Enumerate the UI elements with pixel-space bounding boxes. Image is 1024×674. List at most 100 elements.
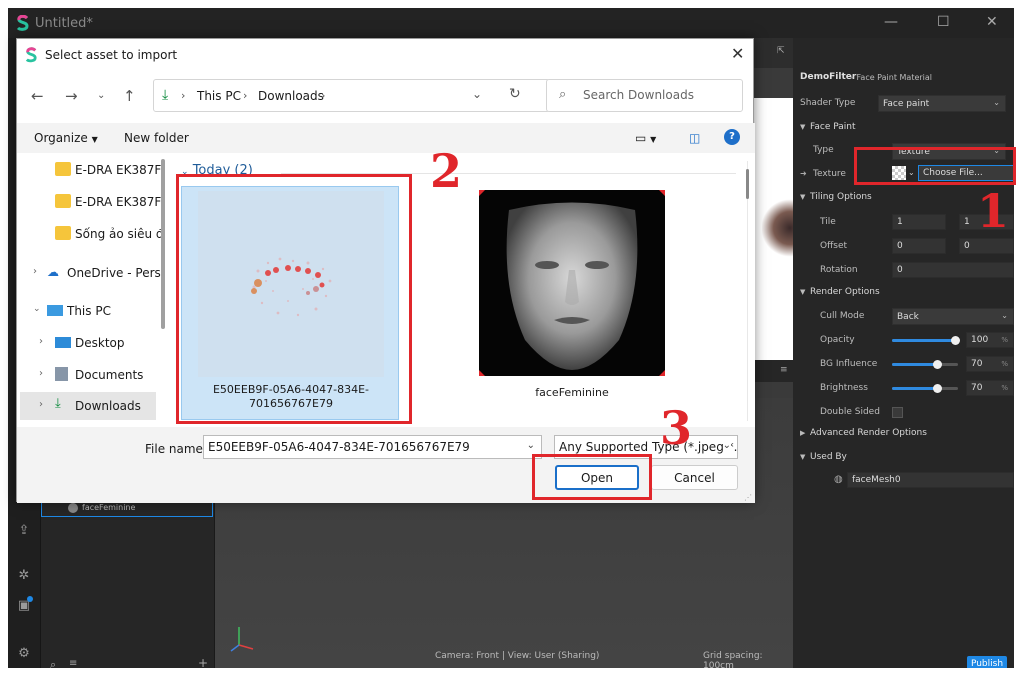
face-paint-section[interactable]: ▼ Face Paint: [800, 122, 855, 132]
nav-item-documents[interactable]: › Documents: [17, 361, 171, 389]
caret-down-icon: ▼: [800, 123, 806, 131]
folder-icon: [55, 226, 71, 240]
breadcrumb-downloads[interactable]: Downloads: [258, 89, 324, 103]
nav-item-this-pc[interactable]: ⌄ This PC: [17, 297, 171, 325]
popout-icon[interactable]: ⇱: [777, 46, 785, 56]
menu-icon[interactable]: ≡: [780, 365, 788, 375]
publish-button[interactable]: Publish: [967, 656, 1007, 668]
texture-swatch[interactable]: [892, 166, 906, 180]
nav-scrollbar[interactable]: [161, 159, 165, 329]
back-arrow-icon[interactable]: ←: [31, 87, 44, 105]
floral-pattern-image: [251, 257, 332, 317]
search-input[interactable]: [583, 88, 733, 102]
maximize-button[interactable]: ☐: [937, 14, 950, 30]
up-arrow-icon[interactable]: ↑: [123, 87, 136, 105]
documents-icon: [55, 367, 68, 381]
used-by-item[interactable]: faceMesh0: [847, 472, 1014, 488]
opacity-slider[interactable]: [892, 336, 960, 345]
forward-arrow-icon[interactable]: →: [65, 87, 78, 105]
search-icon: ⌕: [559, 87, 567, 102]
preview-pane-icon[interactable]: ◫: [689, 131, 700, 145]
offset-x-input[interactable]: 0: [892, 238, 946, 254]
opacity-input[interactable]: 100%: [966, 332, 1014, 348]
new-folder-button[interactable]: New folder: [124, 131, 189, 145]
bg-influence-input[interactable]: 70%: [966, 356, 1014, 372]
brightness-slider[interactable]: [892, 384, 958, 393]
file-thumbnail: [198, 191, 384, 377]
chevron-down-icon[interactable]: ⌄: [527, 440, 535, 451]
cull-mode-select[interactable]: Back ⌄: [892, 308, 1014, 325]
tiling-options-section[interactable]: ▼ Tiling Options: [800, 192, 872, 202]
chevron-right-icon: ›: [39, 368, 43, 379]
help-icon[interactable]: ?: [724, 129, 740, 145]
caret-right-icon: ▶: [800, 429, 806, 437]
file-name-label: faceFeminine: [535, 386, 609, 399]
offset-y-input[interactable]: 0: [959, 238, 1014, 254]
nav-item-folder-3[interactable]: Sống ảo siêu đỉ: [17, 220, 171, 248]
chevron-down-icon: ⌄: [181, 167, 189, 177]
close-app-button[interactable]: ✕: [986, 14, 998, 30]
bg-influence-slider[interactable]: [892, 360, 958, 369]
chevron-down-icon[interactable]: ⌄: [908, 168, 915, 177]
organize-button[interactable]: Organize ▼: [34, 131, 98, 145]
opacity-knob[interactable]: [951, 336, 960, 345]
group-header[interactable]: ⌄ Today (2): [181, 163, 253, 178]
app-titlebar: Untitled* — ☐ ✕: [8, 8, 1014, 38]
filter-icon[interactable]: ≡: [69, 658, 77, 668]
rotation-input[interactable]: 0: [892, 262, 1014, 278]
search-icon[interactable]: ⌕: [50, 658, 56, 668]
dialog-title: Select asset to import: [45, 48, 178, 62]
chevron-down-icon: ⌄: [722, 440, 731, 451]
breadcrumb-this-pc[interactable]: This PC: [197, 89, 241, 103]
type-select[interactable]: Texture ⌄: [892, 143, 1006, 160]
close-dialog-button[interactable]: ✕: [731, 44, 744, 63]
recent-chevron-icon[interactable]: ⌄: [97, 90, 105, 101]
render-options-section[interactable]: ▼ Render Options: [800, 287, 880, 297]
texture-link-icon: ➜: [800, 169, 807, 178]
choose-file-button[interactable]: Choose File...: [918, 165, 1014, 181]
advanced-render-section[interactable]: ▶ Advanced Render Options: [800, 428, 927, 438]
file-tile-selected[interactable]: E50EEB9F-05A6-4047-834E-701656767E79: [181, 186, 399, 420]
refresh-icon[interactable]: ↻: [509, 86, 521, 102]
file-scrollbar[interactable]: [746, 169, 749, 199]
resize-grip-icon[interactable]: ⋰: [744, 493, 752, 502]
inspector-panel: DemoFilter – Face Paint Material Shader …: [793, 38, 1014, 668]
view-options-icon[interactable]: ▭ ▼: [635, 131, 656, 145]
bg-influence-row: BG Influence 70%: [793, 354, 1014, 374]
double-sided-checkbox[interactable]: [892, 407, 903, 418]
shader-type-select[interactable]: Face paint ⌄: [878, 95, 1006, 112]
monitor-icon: [47, 305, 63, 316]
brightness-input[interactable]: 70%: [966, 380, 1014, 396]
chevron-right-icon: ›: [39, 336, 43, 347]
tile-x-input[interactable]: 1: [892, 214, 946, 230]
add-object-icon[interactable]: +: [198, 656, 208, 668]
file-tile[interactable]: faceFeminine: [463, 186, 681, 420]
grid-spacing: Grid spacing: 100cm: [703, 651, 763, 668]
nav-item-folder-2[interactable]: E-DRA EK387FL: [17, 188, 171, 216]
nav-item-downloads[interactable]: › ⤓ Downloads: [20, 392, 156, 420]
settings-gear-icon[interactable]: ⚙: [16, 646, 32, 662]
nav-item-folder-1[interactable]: E-DRA EK387FL: [17, 156, 171, 184]
caret-down-icon: ▼: [91, 135, 98, 144]
file-scroll-track: [747, 161, 748, 421]
upload-icon[interactable]: ⇪: [16, 523, 32, 539]
chevron-right-icon: ›: [39, 399, 43, 410]
nav-item-desktop[interactable]: › Desktop: [17, 329, 171, 357]
address-dropdown-icon[interactable]: ⌄: [472, 87, 482, 101]
bg-influence-knob[interactable]: [933, 360, 942, 369]
file-type-select[interactable]: Any Supported Type (*.jpeg *.jp ⌄: [554, 435, 738, 459]
address-bar[interactable]: ⤓ › This PC › Downloads › ⌄ ↻: [153, 79, 550, 112]
used-by-section[interactable]: ▼ Used By: [800, 452, 847, 462]
brightness-knob[interactable]: [933, 384, 942, 393]
open-button[interactable]: Open: [555, 465, 639, 490]
cancel-button[interactable]: Cancel: [651, 465, 738, 490]
caret-down-icon: ▼: [800, 453, 806, 461]
debug-icon[interactable]: ✲: [16, 568, 32, 584]
file-pane: ⌄ Today (2) E50EEB9F-05A6-4047-834E-7016…: [171, 153, 755, 427]
nav-item-onedrive[interactable]: › ☁ OneDrive - Perso: [17, 259, 171, 287]
file-name-input[interactable]: [208, 440, 518, 454]
minimize-button[interactable]: —: [884, 14, 898, 30]
shader-type-row: Shader Type Face paint ⌄: [793, 93, 1014, 113]
preview-hair: [762, 198, 793, 258]
brightness-row: Brightness 70%: [793, 378, 1014, 398]
